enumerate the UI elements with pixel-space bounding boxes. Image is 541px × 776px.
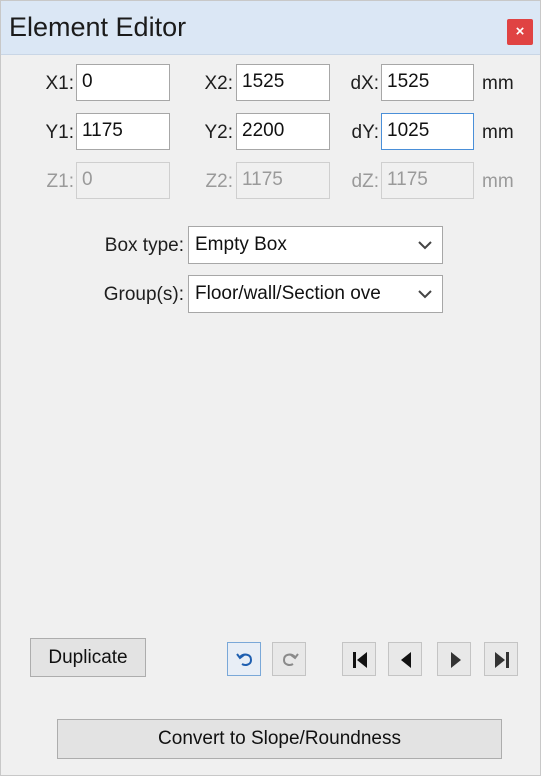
y-unit-label: mm <box>482 122 514 143</box>
groups-dropdown[interactable]: Floor/wall/Section ove <box>188 275 443 313</box>
y2-field[interactable]: 2200 <box>236 113 330 150</box>
z-unit-label: mm <box>482 171 514 192</box>
previous-record-button[interactable] <box>388 642 422 676</box>
groups-label: Group(s): <box>103 284 184 305</box>
y1-label: Y1: <box>45 122 74 143</box>
element-editor-window: Element Editor × X1: 0 X2: 1525 dX: 1525… <box>0 0 541 776</box>
redo-button[interactable] <box>272 642 306 676</box>
box-type-value: Empty Box <box>195 234 287 255</box>
convert-to-slope-roundness-button[interactable]: Convert to Slope/Roundness <box>57 719 502 759</box>
z1-label: Z1: <box>46 171 74 192</box>
dy-label: dY: <box>351 122 379 143</box>
last-icon <box>495 652 509 668</box>
window-title: Element Editor <box>9 12 187 42</box>
title-bar: Element Editor × <box>1 1 540 55</box>
z2-field: 1175 <box>236 162 330 199</box>
redo-icon <box>282 653 299 666</box>
z2-label: Z2: <box>205 171 233 192</box>
dz-label: dZ: <box>351 171 379 192</box>
undo-icon <box>236 653 253 666</box>
x1-field[interactable]: 0 <box>76 64 170 101</box>
next-icon <box>451 652 461 668</box>
dy-field[interactable]: 1025 <box>381 113 474 150</box>
box-type-dropdown[interactable]: Empty Box <box>188 226 443 264</box>
x2-field[interactable]: 1525 <box>236 64 330 101</box>
chevron-down-icon <box>418 290 432 299</box>
dx-label: dX: <box>350 73 379 94</box>
z1-field: 0 <box>76 162 170 199</box>
x-unit-label: mm <box>482 73 514 94</box>
y1-field[interactable]: 1175 <box>76 113 170 150</box>
x2-label: X2: <box>204 73 233 94</box>
box-type-label: Box type: <box>104 235 184 256</box>
last-record-button[interactable] <box>484 642 518 676</box>
x1-label: X1: <box>45 73 74 94</box>
first-icon <box>353 652 367 668</box>
close-button[interactable]: × <box>507 19 533 45</box>
dz-field: 1175 <box>381 162 474 199</box>
previous-icon <box>401 652 411 668</box>
duplicate-button[interactable]: Duplicate <box>30 638 146 677</box>
undo-button[interactable] <box>227 642 261 676</box>
groups-value: Floor/wall/Section ove <box>195 283 381 304</box>
next-record-button[interactable] <box>437 642 471 676</box>
dx-field[interactable]: 1525 <box>381 64 474 101</box>
chevron-down-icon <box>418 241 432 250</box>
first-record-button[interactable] <box>342 642 376 676</box>
y2-label: Y2: <box>204 122 233 143</box>
